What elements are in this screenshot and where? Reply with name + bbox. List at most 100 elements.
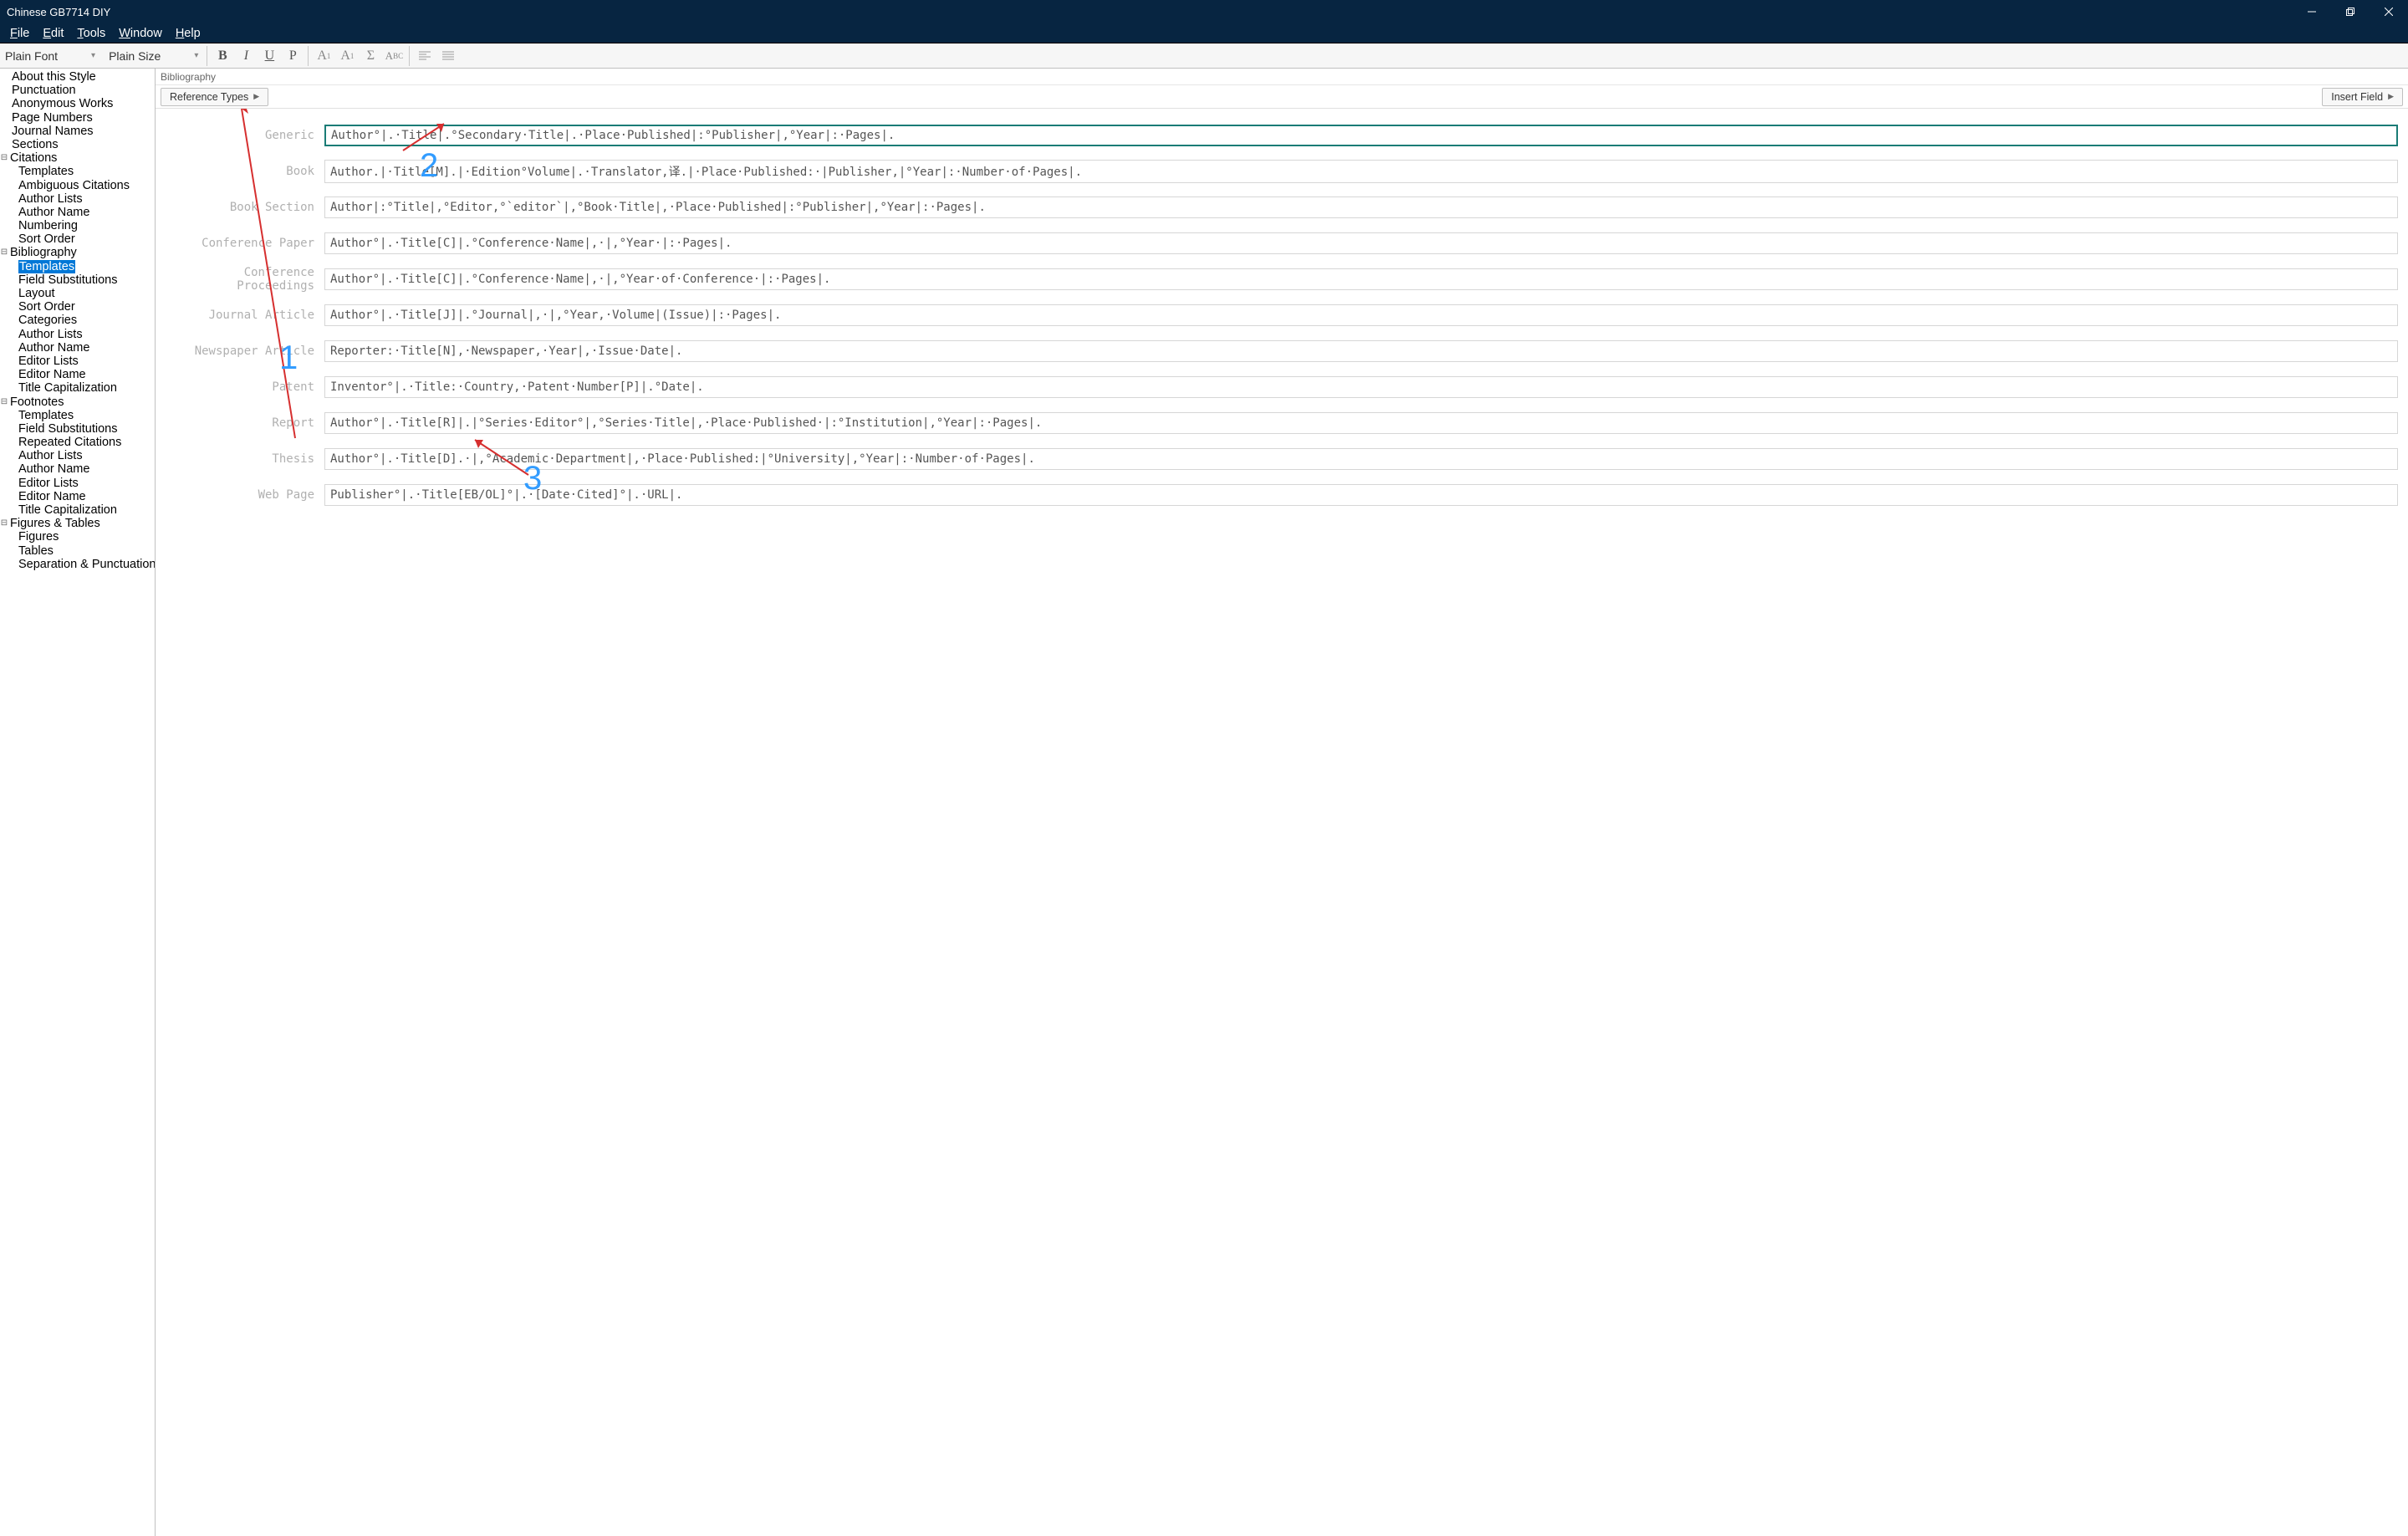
sidebar-footnotes[interactable]: ⊟Footnotes — [0, 395, 155, 409]
template-row: Conference ProceedingsAuthor°|.·Title[C]… — [166, 264, 2398, 293]
template-row-field[interactable]: Reporter:·Title[N],·Newspaper,·Year|,·Is… — [324, 340, 2398, 362]
template-row-field[interactable]: Author°|.·Title[R]|.|°Series·Editor°|,°S… — [324, 412, 2398, 434]
template-row-label: Book Section — [166, 201, 324, 214]
align-justify-button[interactable] — [436, 45, 460, 67]
subscript-button[interactable]: A1 — [335, 45, 359, 67]
format-toolbar: Plain Font▾ Plain Size▾ B I U P A1 A1 Σ … — [0, 43, 2408, 69]
chevron-down-icon: ▾ — [91, 51, 95, 60]
window-title: Chinese GB7714 DIY — [7, 6, 110, 18]
insert-field-button[interactable]: Insert Field ▶ — [2322, 88, 2403, 106]
sidebar-figures-tables[interactable]: ⊟Figures & Tables — [0, 517, 155, 530]
template-row-label: Thesis — [166, 452, 324, 466]
sidebar-bibliography-templates[interactable]: Templates — [0, 260, 155, 273]
sidebar-page-numbers[interactable]: Page Numbers — [0, 111, 155, 125]
menu-file[interactable]: File — [3, 25, 36, 42]
triangle-right-icon: ▶ — [2388, 92, 2394, 101]
sidebar-bibliography-authorname[interactable]: Author Name — [0, 341, 155, 355]
chevron-down-icon: ▾ — [194, 51, 198, 60]
reference-types-label: Reference Types — [170, 91, 248, 103]
template-row-label: Journal Article — [166, 309, 324, 322]
sidebar-bibliography[interactable]: ⊟Bibliography — [0, 246, 155, 259]
titlebar: Chinese GB7714 DIY — [0, 0, 2408, 23]
maximize-button[interactable] — [2331, 0, 2370, 23]
sidebar-footnotes-templates[interactable]: Templates — [0, 409, 155, 422]
sidebar-bibliography-titlecap[interactable]: Title Capitalization — [0, 381, 155, 395]
align-left-button[interactable] — [413, 45, 436, 67]
template-row-label: Newspaper Article — [166, 344, 324, 358]
sidebar-figtables-tables[interactable]: Tables — [0, 544, 155, 558]
sidebar-citations-ambig[interactable]: Ambiguous Citations — [0, 179, 155, 192]
sidebar-bibliography-fieldsubs[interactable]: Field Substitutions — [0, 273, 155, 287]
sigma-button[interactable]: Σ — [359, 45, 382, 67]
template-row-field[interactable]: Inventor°|.·Title:·Country,·Patent·Numbe… — [324, 376, 2398, 398]
menu-tools[interactable]: Tools — [70, 25, 112, 42]
sidebar-citations[interactable]: ⊟Citations — [0, 151, 155, 165]
sidebar-journal-names[interactable]: Journal Names — [0, 125, 155, 138]
template-row-field[interactable]: Publisher°|.·Title[EB/OL]°|.·[Date·Cited… — [324, 484, 2398, 506]
template-row-label: Report — [166, 416, 324, 430]
sidebar-bibliography-editorname[interactable]: Editor Name — [0, 368, 155, 381]
menu-edit[interactable]: Edit — [36, 25, 70, 42]
template-row-label: Patent — [166, 380, 324, 394]
template-row-field[interactable]: Author.|·Title[M].|·Edition°Volume|.·Tra… — [324, 160, 2398, 183]
sidebar-bibliography-categories[interactable]: Categories — [0, 314, 155, 327]
size-combo[interactable]: Plain Size▾ — [104, 46, 203, 66]
template-row-label: Generic — [166, 129, 324, 142]
sidebar-bibliography-authorlists[interactable]: Author Lists — [0, 328, 155, 341]
template-row: Book SectionAuthor|:°Title|,°Editor,°`ed… — [166, 192, 2398, 222]
sidebar-footnotes-editorname[interactable]: Editor Name — [0, 490, 155, 503]
sidebar-citations-authorlists[interactable]: Author Lists — [0, 192, 155, 206]
template-row-field[interactable]: Author°|.·Title[C]|.°Conference·Name|,·|… — [324, 268, 2398, 290]
superscript-button[interactable]: A1 — [312, 45, 335, 67]
plain-button[interactable]: P — [281, 45, 304, 67]
sidebar-footnotes-repeated[interactable]: Repeated Citations — [0, 436, 155, 449]
sidebar-bibliography-sortorder[interactable]: Sort Order — [0, 300, 155, 314]
main-panel: Bibliography Reference Types ▶ Insert Fi… — [156, 69, 2408, 1536]
sidebar-footnotes-titlecap[interactable]: Title Capitalization — [0, 503, 155, 517]
template-row: ReportAuthor°|.·Title[R]|.|°Series·Edito… — [166, 408, 2398, 437]
sidebar-footnotes-fieldsubs[interactable]: Field Substitutions — [0, 422, 155, 436]
template-row-field[interactable]: Author°|.·Title[D].·|,°Academic·Departme… — [324, 448, 2398, 470]
sidebar-figtables-seppunc[interactable]: Separation & Punctuation — [0, 558, 155, 571]
breadcrumb: Bibliography — [156, 69, 2408, 85]
bold-button[interactable]: B — [211, 45, 234, 67]
triangle-right-icon: ▶ — [253, 92, 259, 101]
sidebar-sections[interactable]: Sections — [0, 138, 155, 151]
minimize-button[interactable] — [2293, 0, 2331, 23]
smallcaps-button[interactable]: ABC — [382, 45, 406, 67]
sidebar-bibliography-layout[interactable]: Layout — [0, 287, 155, 300]
sidebar-punctuation[interactable]: Punctuation — [0, 84, 155, 97]
template-row-label: Book — [166, 165, 324, 178]
sidebar-citations-numbering[interactable]: Numbering — [0, 219, 155, 232]
sidebar-citations-authorname[interactable]: Author Name — [0, 206, 155, 219]
insert-field-label: Insert Field — [2331, 91, 2383, 103]
template-row-field[interactable]: Author|:°Title|,°Editor,°`editor`|,°Book… — [324, 196, 2398, 218]
templates-area: GenericAuthor°|.·Title|.°Secondary·Title… — [156, 109, 2408, 1536]
sidebar-footnotes-authorlists[interactable]: Author Lists — [0, 449, 155, 462]
sidebar-anonymous-works[interactable]: Anonymous Works — [0, 97, 155, 110]
menu-help[interactable]: Help — [169, 25, 207, 42]
template-row-field[interactable]: Author°|.·Title[J]|.°Journal|,·|,°Year,·… — [324, 304, 2398, 326]
sidebar-bibliography-editorlists[interactable]: Editor Lists — [0, 355, 155, 368]
sidebar-figtables-figures[interactable]: Figures — [0, 530, 155, 543]
sidebar-about-this-style[interactable]: About this Style — [0, 70, 155, 84]
font-combo[interactable]: Plain Font▾ — [0, 46, 100, 66]
menu-file-label: ile — [18, 27, 30, 40]
sidebar-citations-templates[interactable]: Templates — [0, 165, 155, 178]
menu-window[interactable]: Window — [112, 25, 169, 42]
sidebar-footnotes-authorname[interactable]: Author Name — [0, 462, 155, 476]
close-button[interactable] — [2370, 0, 2408, 23]
template-row-field[interactable]: Author°|.·Title|.°Secondary·Title|.·Plac… — [324, 125, 2398, 146]
reference-types-button[interactable]: Reference Types ▶ — [161, 88, 268, 106]
underline-button[interactable]: U — [258, 45, 281, 67]
template-row-label: Web Page — [166, 488, 324, 502]
template-row-field[interactable]: Author°|.·Title[C]|.°Conference·Name|,·|… — [324, 232, 2398, 254]
sidebar-citations-sortorder[interactable]: Sort Order — [0, 232, 155, 246]
template-row: PatentInventor°|.·Title:·Country,·Patent… — [166, 372, 2398, 401]
template-row: ThesisAuthor°|.·Title[D].·|,°Academic·De… — [166, 444, 2398, 473]
sidebar-footnotes-editorlists[interactable]: Editor Lists — [0, 477, 155, 490]
italic-button[interactable]: I — [234, 45, 258, 67]
template-row: Web PagePublisher°|.·Title[EB/OL]°|.·[Da… — [166, 480, 2398, 509]
template-row-label: Conference Paper — [166, 237, 324, 250]
sidebar: About this StylePunctuationAnonymous Wor… — [0, 69, 156, 1536]
